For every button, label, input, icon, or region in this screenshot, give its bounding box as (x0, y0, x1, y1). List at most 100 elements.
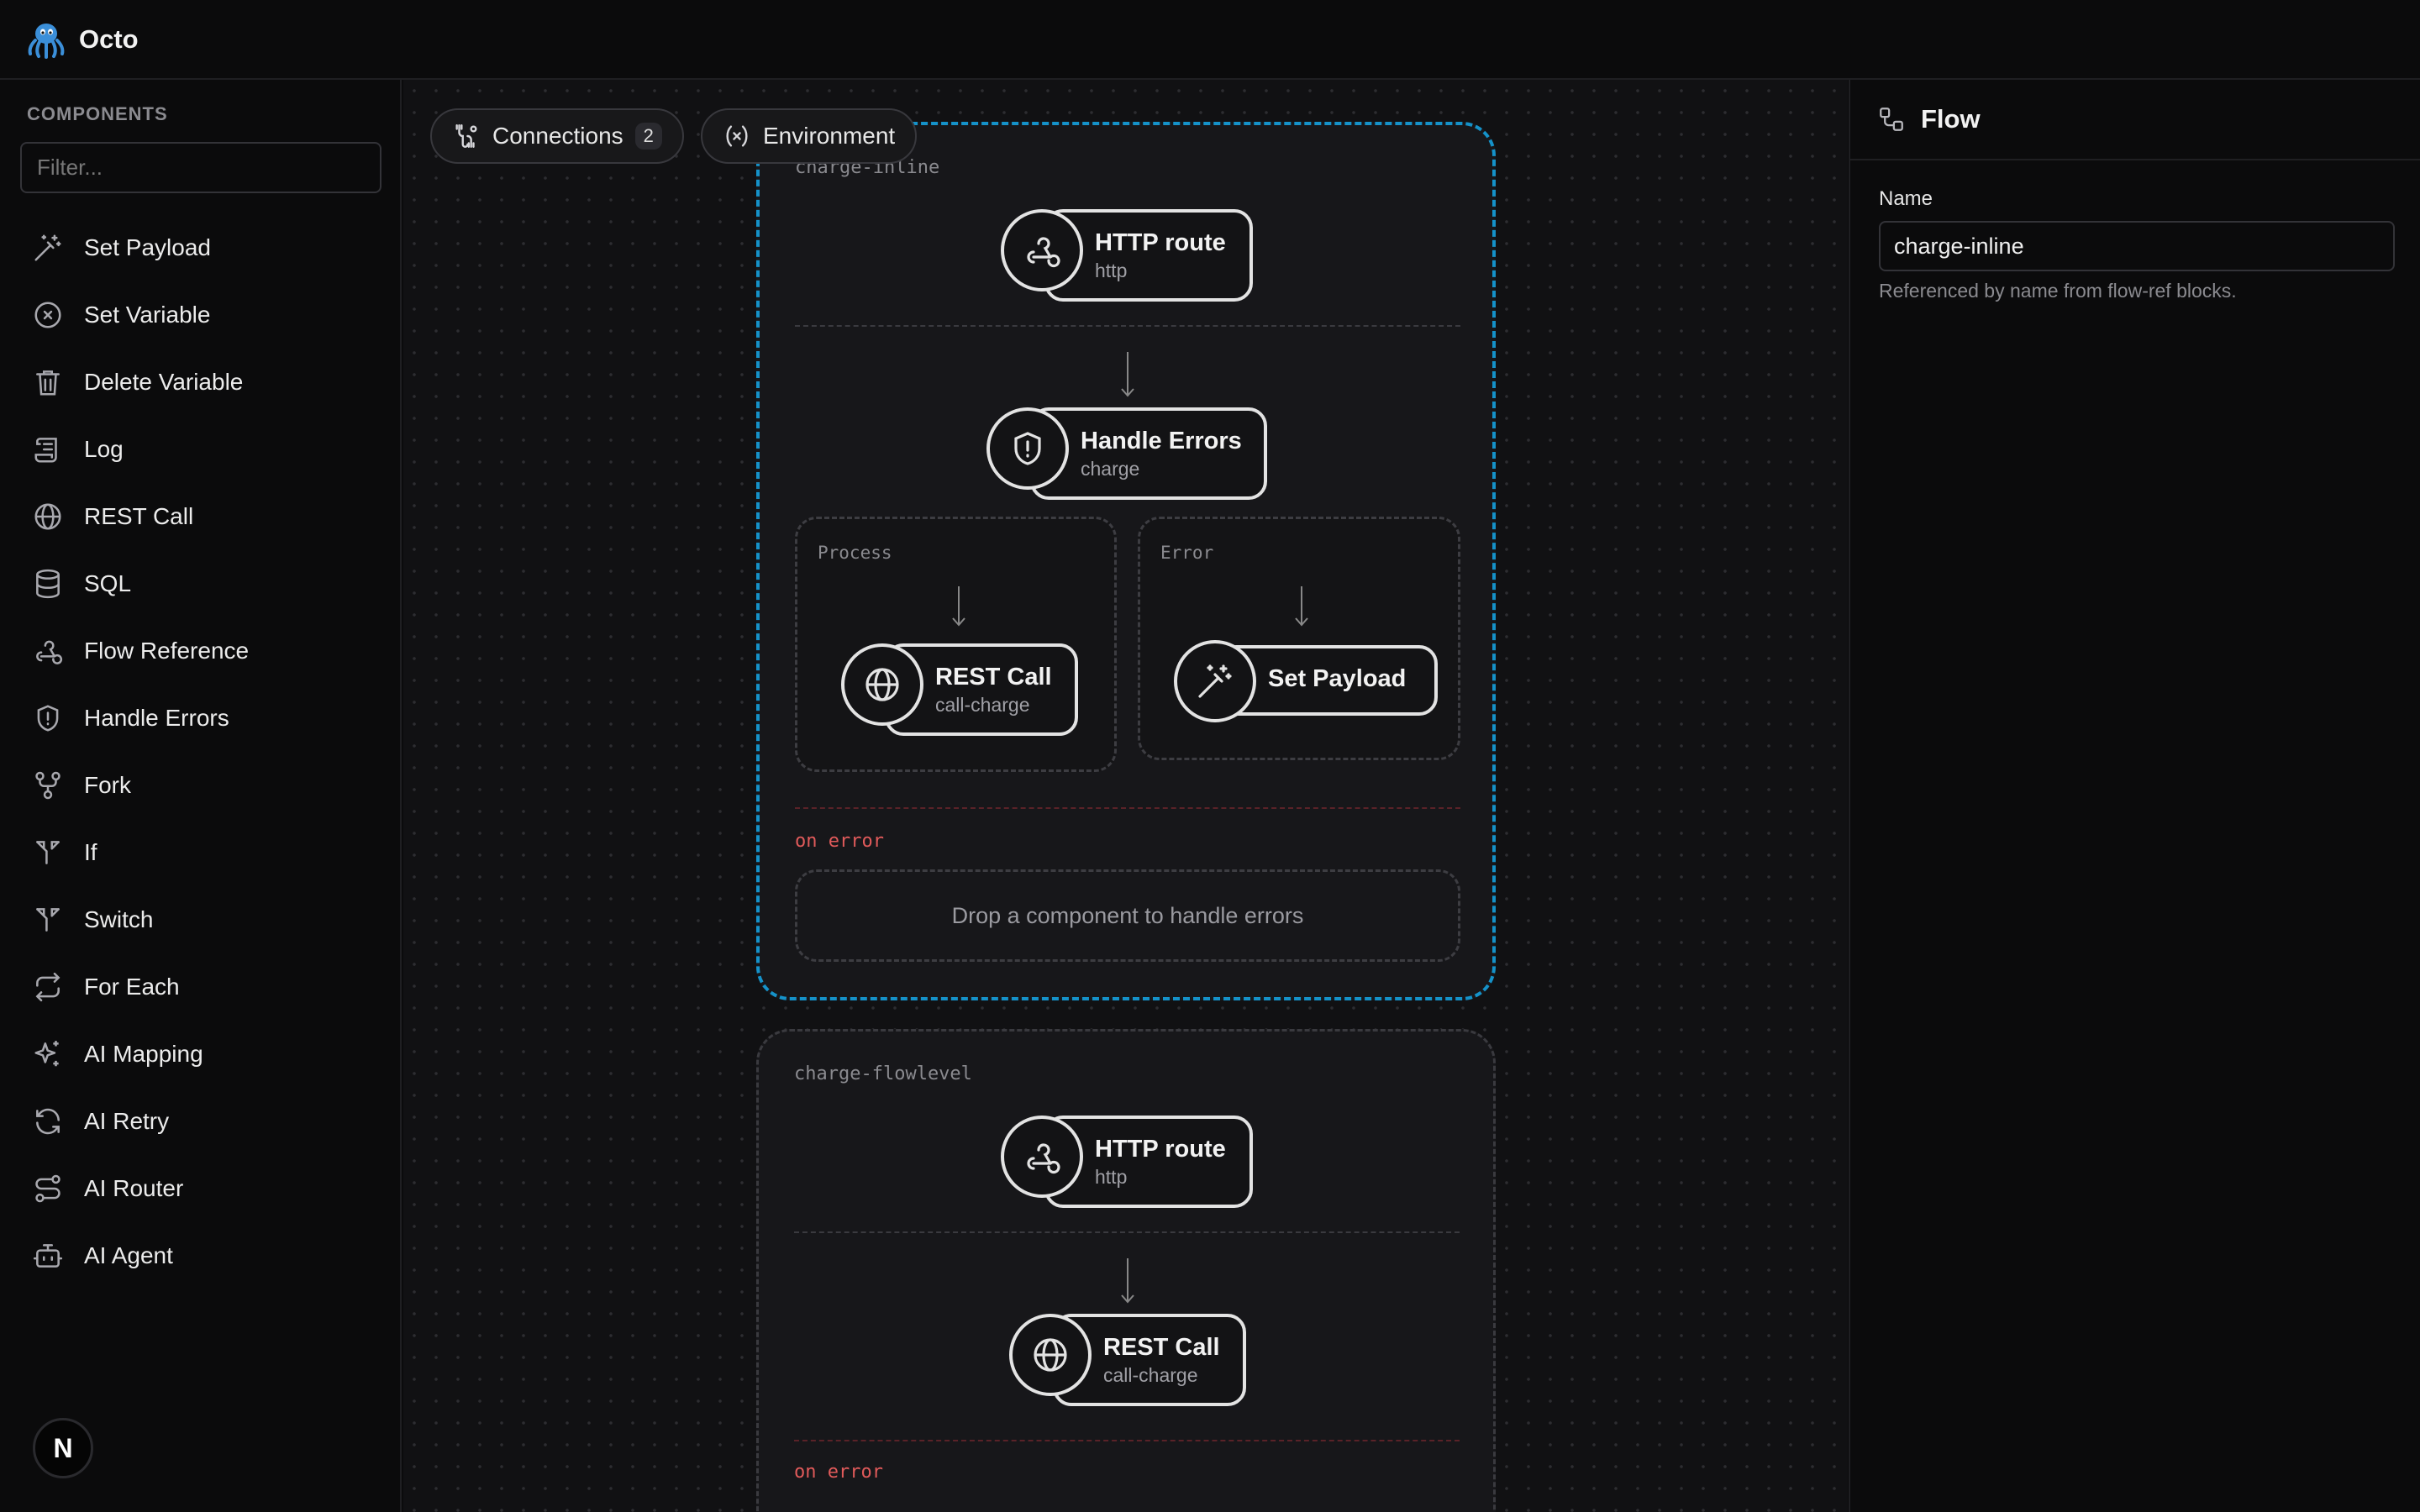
component-label: If (84, 839, 97, 865)
set-payload-node[interactable]: Set Payload (1174, 640, 1438, 722)
node-subtitle: http (1095, 260, 1128, 281)
component-fork[interactable]: Fork (0, 752, 402, 819)
scroll-icon (34, 438, 57, 463)
node-title: REST Call (1103, 1334, 1220, 1361)
node-title: HTTP route (1095, 229, 1226, 256)
webhook-icon-circle (1001, 1116, 1083, 1198)
connections-label: Connections (492, 123, 623, 149)
component-label: Log (84, 436, 124, 462)
component-switch[interactable]: Switch (0, 886, 402, 953)
error-divider (795, 807, 1460, 809)
refresh-icon (36, 1108, 60, 1135)
environment-button[interactable]: Environment (701, 108, 918, 164)
shield-icon (1014, 432, 1041, 465)
trash-icon (36, 370, 60, 396)
component-label: Set Variable (84, 302, 211, 328)
sparkles-icon (34, 1041, 59, 1067)
database-icon (36, 569, 60, 599)
component-list: Set Payload Set Variable Delete Variable… (0, 214, 402, 1289)
node-subtitle: call-charge (1103, 1364, 1198, 1386)
variable-icon (34, 302, 61, 328)
globe-icon-circle (841, 643, 923, 726)
component-set-variable[interactable]: Set Variable (0, 281, 402, 349)
process-branch[interactable]: Process REST Call call-charge (795, 517, 1117, 772)
divider (795, 325, 1460, 327)
globe-icon-circle (1009, 1314, 1092, 1396)
environment-label: Environment (763, 123, 896, 149)
down-arrow-icon (1292, 586, 1312, 638)
component-label: AI Agent (84, 1242, 173, 1268)
component-label: For Each (84, 974, 180, 1000)
webhook-icon (1027, 1143, 1060, 1174)
connections-button[interactable]: Connections 2 (430, 108, 684, 164)
route-icon (35, 1174, 60, 1203)
repeat-icon (35, 972, 60, 1002)
component-label: Set Payload (84, 234, 211, 260)
http-route-node[interactable]: HTTP route http (1001, 209, 1253, 302)
down-arrow-icon (949, 586, 969, 638)
component-if[interactable]: If (0, 819, 402, 886)
component-for-each[interactable]: For Each (0, 953, 402, 1021)
divider (794, 1231, 1460, 1233)
component-ai-router[interactable]: AI Router (0, 1155, 402, 1222)
connections-count-badge: 2 (634, 123, 662, 150)
component-ai-mapping[interactable]: AI Mapping (0, 1021, 402, 1088)
component-sql[interactable]: SQL (0, 550, 402, 617)
component-ai-agent[interactable]: AI Agent (0, 1222, 402, 1289)
node-title: REST Call (935, 664, 1052, 690)
component-label: Delete Variable (84, 369, 244, 395)
flow-name-input[interactable] (1879, 221, 2395, 271)
component-log[interactable]: Log (0, 416, 402, 483)
on-error-label: on error (794, 1462, 883, 1483)
webhook-icon (36, 640, 63, 664)
node-subtitle: http (1095, 1166, 1128, 1188)
rest-call-node[interactable]: REST Call call-charge (1009, 1314, 1246, 1406)
handle-errors-node[interactable]: Handle Errors charge (986, 407, 1267, 500)
rest-call-node[interactable]: REST Call call-charge (841, 643, 1078, 736)
component-flow-reference[interactable]: Flow Reference (0, 617, 402, 685)
flow-icon (1880, 108, 1903, 131)
component-label: AI Router (84, 1175, 184, 1201)
error-divider (794, 1440, 1460, 1441)
node-title: Handle Errors (1081, 428, 1242, 454)
fork-icon (35, 771, 60, 800)
http-route-node[interactable]: HTTP route http (1001, 1116, 1253, 1208)
top-bar: Octo (0, 0, 2420, 80)
component-handle-errors[interactable]: Handle Errors (0, 685, 402, 752)
globe-icon (865, 668, 899, 701)
component-set-payload[interactable]: Set Payload (0, 214, 402, 281)
user-avatar[interactable]: N (33, 1418, 93, 1478)
magic-wand-icon (1198, 664, 1232, 698)
on-error-label: on error (795, 831, 884, 852)
node-title: HTTP route (1095, 1136, 1226, 1163)
component-label: REST Call (84, 503, 194, 529)
magic-wand-icon (34, 234, 61, 261)
filter-input[interactable] (20, 142, 381, 193)
error-label: Error (1160, 543, 1214, 563)
component-label: Fork (84, 772, 131, 798)
component-rest-call[interactable]: REST Call (0, 483, 402, 550)
component-label: Switch (84, 906, 154, 932)
app-title: Octo (79, 24, 139, 54)
flow-card-charge-inline[interactable]: charge-inline HTTP route http Handle Err… (756, 122, 1496, 1000)
components-sidebar: COMPONENTS Set Payload Set Variable Dele… (0, 80, 402, 1512)
component-delete-variable[interactable]: Delete Variable (0, 349, 402, 416)
webhook-icon (1027, 237, 1060, 268)
flow-canvas[interactable]: charge-inline HTTP route http Handle Err… (403, 80, 1848, 1512)
plug-icon (455, 124, 477, 148)
panel-header: Flow (1850, 80, 2420, 160)
components-heading: COMPONENTS (27, 103, 168, 124)
octopus-logo-icon (28, 23, 65, 59)
component-label: AI Mapping (84, 1041, 203, 1067)
down-arrow-icon (1118, 1258, 1138, 1310)
flow-card-charge-flowlevel[interactable]: charge-flowlevel HTTP route http REST Ca… (756, 1029, 1496, 1512)
flow-name-label: charge-flowlevel (794, 1063, 972, 1084)
component-label: AI Retry (84, 1108, 170, 1134)
globe-icon (34, 503, 61, 530)
variable-icon (726, 125, 748, 147)
error-dropzone[interactable]: Drop a component to handle errors (795, 869, 1460, 962)
component-ai-retry[interactable]: AI Retry (0, 1088, 402, 1155)
component-label: Flow Reference (84, 638, 250, 664)
node-subtitle: call-charge (935, 694, 1030, 716)
error-branch[interactable]: Error Set Payload (1138, 517, 1460, 760)
